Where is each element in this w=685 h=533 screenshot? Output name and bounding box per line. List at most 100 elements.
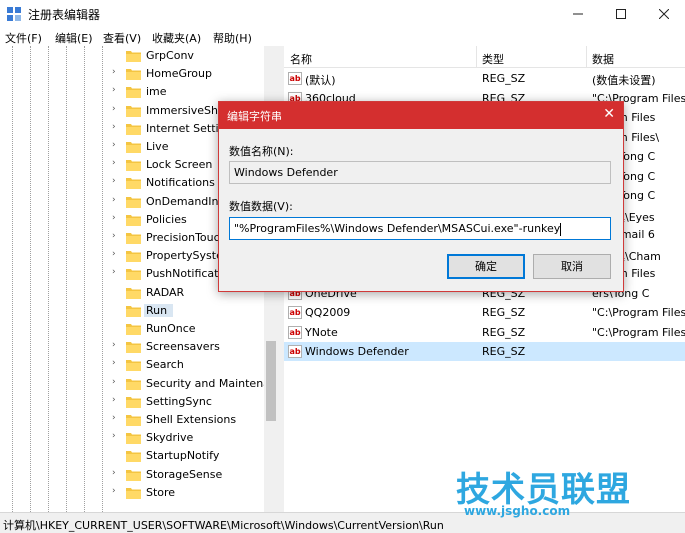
tree-item[interactable]: › StorageSense [0, 466, 264, 484]
tree-item[interactable]: GrpConv [0, 47, 264, 65]
expand-chevron-icon[interactable]: › [112, 377, 116, 387]
column-header-name[interactable]: 名称 [290, 51, 312, 67]
tree-item[interactable]: › Shell Extensions [0, 411, 264, 429]
close-button[interactable] [643, 0, 685, 28]
expand-chevron-icon[interactable]: › [112, 122, 116, 132]
column-header-type[interactable]: 类型 [482, 51, 504, 67]
list-item[interactable]: ab QQ2009 REG_SZ "C:\Program Files [284, 303, 685, 322]
tree-item-label: SettingSync [146, 394, 212, 408]
expand-chevron-icon[interactable]: › [112, 67, 116, 77]
expand-chevron-icon[interactable]: › [112, 231, 116, 241]
expand-chevron-icon[interactable]: › [112, 486, 116, 496]
expand-chevron-icon[interactable]: › [112, 249, 116, 259]
value-data: (数值未设置) [592, 74, 656, 87]
folder-icon [126, 469, 141, 481]
folder-icon [126, 160, 141, 172]
expand-chevron-icon[interactable]: › [112, 158, 116, 168]
folder-icon [126, 396, 141, 408]
tree-item-label: PrecisionTouc [146, 231, 220, 244]
expand-chevron-icon[interactable]: › [112, 413, 116, 423]
column-header-data[interactable]: 数据 [592, 51, 614, 67]
maximize-button[interactable] [600, 0, 642, 28]
value-type: REG_SZ [482, 306, 526, 319]
value-name: QQ2009 [305, 306, 351, 319]
tree-item[interactable]: › SettingSync [0, 393, 264, 411]
tree-item-label: Search [146, 358, 184, 372]
value-data-label: 数值数据(V): [229, 200, 293, 213]
tree-item[interactable]: RunOnce [0, 320, 264, 338]
expand-chevron-icon[interactable]: › [112, 85, 116, 95]
expand-chevron-icon[interactable]: › [112, 195, 116, 205]
expand-chevron-icon[interactable]: › [112, 213, 116, 223]
value-name: (默认) [305, 74, 336, 87]
expand-chevron-icon[interactable]: › [112, 176, 116, 186]
value-type: REG_SZ [482, 325, 526, 339]
list-item[interactable]: ab Windows Defender REG_SZ [284, 342, 685, 361]
tree-scrollbar-thumb[interactable] [266, 341, 276, 421]
window-title: 注册表编辑器 [28, 8, 101, 22]
expand-chevron-icon[interactable]: › [112, 340, 116, 350]
tree-item[interactable]: › HomeGroup [0, 65, 264, 83]
minimize-button[interactable] [557, 0, 599, 28]
tree-item[interactable]: Run [0, 302, 264, 320]
tree-item-label: Internet Settin [146, 121, 226, 135]
maximize-icon [616, 9, 626, 19]
value-data-input[interactable]: "%ProgramFiles%\Windows Defender\MSASCui… [229, 217, 611, 240]
dialog-close-icon[interactable]: ✕ [603, 106, 615, 122]
value-type: REG_SZ [482, 345, 526, 358]
close-icon [659, 9, 669, 19]
list-header: 名称 类型 数据 [284, 46, 685, 68]
value-name: Windows Defender [305, 345, 409, 358]
tree-item[interactable]: › Skydrive [0, 429, 264, 447]
list-item[interactable]: ab YNote REG_SZ "C:\Program Files [284, 323, 685, 342]
expand-chevron-icon[interactable]: › [112, 468, 116, 478]
menu-help[interactable]: 帮助(H) [213, 30, 252, 46]
expand-chevron-icon[interactable]: › [112, 140, 116, 150]
dialog-title-bar[interactable]: 编辑字符串 ✕ [219, 102, 623, 129]
tree-item[interactable]: › Search [0, 356, 264, 374]
menu-favorites[interactable]: 收藏夹(A) [152, 30, 201, 46]
folder-icon [126, 196, 141, 208]
folder-icon [126, 324, 141, 335]
value-data: "C:\Program Files [592, 325, 685, 339]
value-data: "C:\Program Files [592, 306, 685, 319]
expand-chevron-icon[interactable]: › [112, 104, 116, 114]
tree-item[interactable]: StartupNotify [0, 447, 264, 465]
list-item[interactable]: ab (默认) REG_SZ (数值未设置) [284, 69, 685, 88]
tree-item-label: Skydrive [146, 431, 194, 445]
menu-file[interactable]: 文件(F) [5, 30, 42, 46]
ok-button[interactable]: 确定 [447, 254, 525, 279]
folder-icon [126, 360, 141, 372]
expand-chevron-icon[interactable]: › [112, 395, 116, 405]
expand-chevron-icon[interactable]: › [112, 267, 116, 277]
tree-item-label: Screensavers [146, 340, 220, 354]
tree-item[interactable]: › Security and Maintena [0, 375, 270, 393]
tree-item-label: StartupNotify [146, 449, 220, 463]
tree-item-label: RADAR [146, 285, 185, 299]
string-value-icon: ab [288, 306, 302, 319]
folder-icon [126, 233, 141, 244]
cancel-button[interactable]: 取消 [533, 254, 611, 279]
menu-edit[interactable]: 编辑(E) [55, 30, 93, 46]
value-name: YNote [305, 325, 338, 339]
tree-item-label: PropertySyste [146, 249, 223, 263]
tree-item[interactable]: › Store [0, 484, 264, 502]
status-bar: 计算机\HKEY_CURRENT_USER\SOFTWARE\Microsoft… [0, 512, 685, 533]
tree-item[interactable]: › Screensavers [0, 338, 264, 356]
string-value-icon: ab [288, 325, 302, 339]
tree-item[interactable]: › ime [0, 83, 264, 101]
column-separator[interactable] [476, 46, 477, 68]
folder-icon [126, 378, 141, 390]
folder-icon [126, 487, 141, 499]
folder-icon [126, 287, 141, 299]
watermark-url: www.jsgho.com [464, 504, 571, 518]
tree-item-label: Run [144, 303, 174, 317]
tree-item-label: StorageSense [146, 467, 223, 481]
tree-item-label: PushNotificati [146, 267, 222, 281]
folder-icon [126, 251, 141, 263]
menu-view[interactable]: 查看(V) [103, 30, 141, 46]
expand-chevron-icon[interactable]: › [112, 358, 116, 368]
expand-chevron-icon[interactable]: › [112, 431, 116, 441]
column-separator[interactable] [586, 46, 587, 68]
tree-item-label: HomeGroup [146, 67, 212, 81]
